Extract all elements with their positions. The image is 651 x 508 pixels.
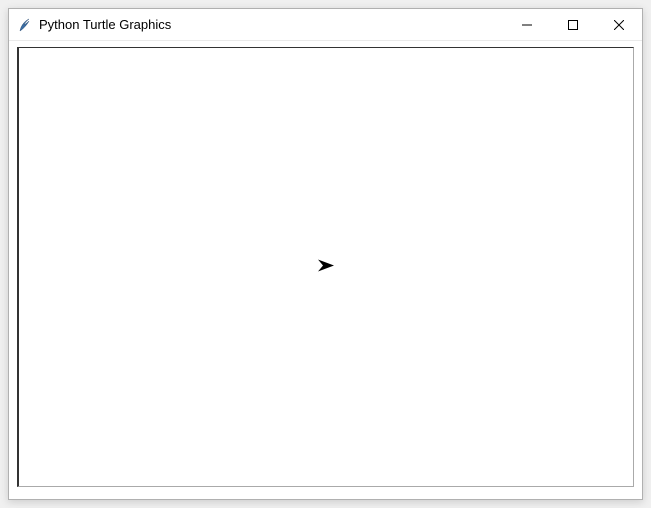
close-button[interactable] [596, 9, 642, 40]
maximize-button[interactable] [550, 9, 596, 40]
minimize-icon [522, 20, 532, 30]
turtle-canvas[interactable] [17, 47, 634, 487]
title-bar[interactable]: Python Turtle Graphics [9, 9, 642, 41]
turtle-cursor [316, 258, 336, 277]
maximize-icon [568, 20, 578, 30]
close-icon [614, 20, 624, 30]
client-area [9, 41, 642, 499]
turtle-arrow-icon [316, 258, 336, 274]
window-controls [504, 9, 642, 40]
application-window: Python Turtle Graphics [8, 8, 643, 500]
feather-icon [17, 17, 33, 33]
window-title: Python Turtle Graphics [39, 17, 171, 32]
minimize-button[interactable] [504, 9, 550, 40]
